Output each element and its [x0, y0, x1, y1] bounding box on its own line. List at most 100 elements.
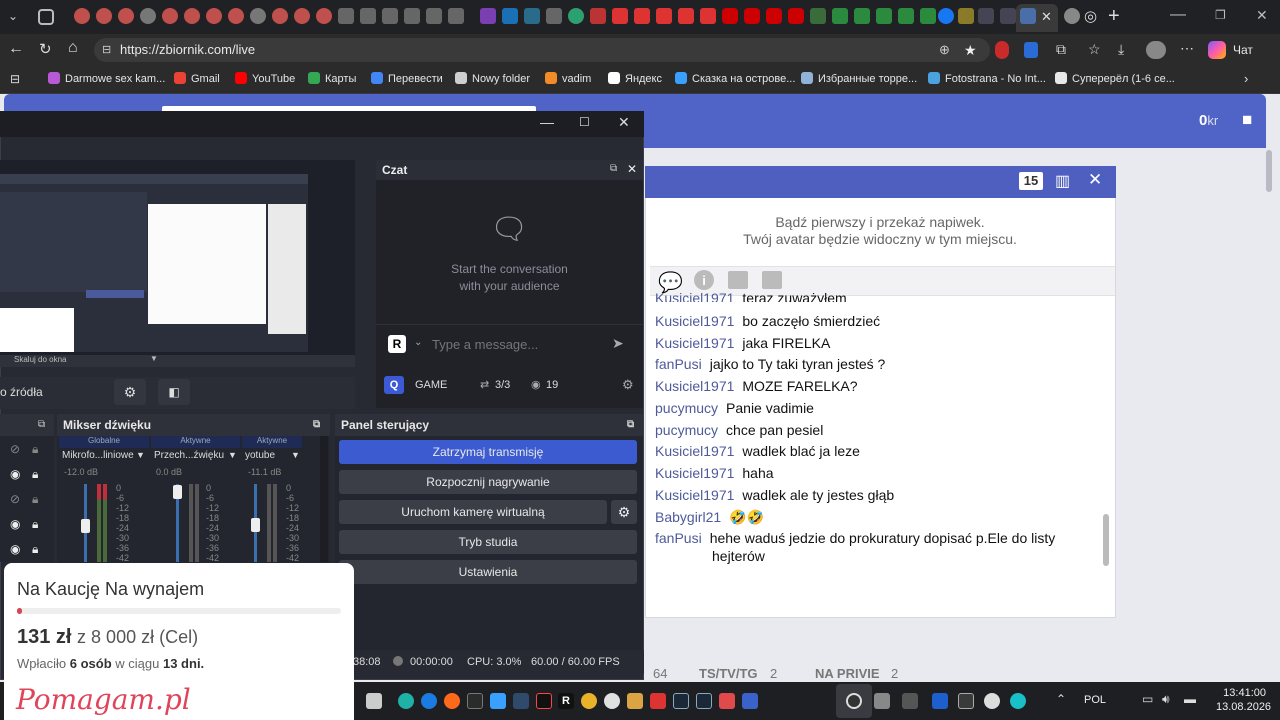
steam-icon[interactable] — [696, 693, 712, 709]
tab-favicon[interactable] — [722, 8, 738, 24]
tab-favicon[interactable] — [228, 8, 244, 24]
tab-favicon[interactable] — [546, 8, 562, 24]
chat-username[interactable]: Kusiciel1971 — [655, 443, 734, 459]
bookmark-item[interactable]: Fotostrana - No Int... — [928, 72, 1046, 85]
zoom-icon[interactable]: ⊕ — [939, 38, 950, 62]
channel-menu-icon[interactable]: ▼ — [228, 450, 237, 460]
chat-message-input[interactable] — [432, 333, 602, 355]
bookmark-item[interactable]: vadim — [545, 72, 591, 85]
tab-favicon[interactable] — [272, 8, 288, 24]
volume-fader-handle[interactable] — [173, 485, 182, 499]
bookmark-item[interactable]: Nowy folder — [455, 72, 530, 85]
tab-favicon[interactable] — [502, 8, 518, 24]
back-icon[interactable]: ← — [8, 40, 24, 58]
chat-button[interactable]: Чат — [1233, 43, 1253, 57]
chat-username[interactable]: fanPusi — [655, 356, 702, 372]
chat-username[interactable]: Kusiciel1971 — [655, 465, 734, 481]
bookmark-item[interactable]: Избранные торре... — [801, 72, 917, 85]
tab-favicon[interactable] — [338, 8, 354, 24]
tab-favicon[interactable] — [854, 8, 870, 24]
chrome-icon[interactable] — [581, 693, 597, 709]
copilot-icon[interactable] — [1208, 41, 1226, 59]
tab-favicon[interactable] — [206, 8, 222, 24]
chat-username[interactable]: pucymucy — [655, 400, 718, 416]
site-info-icon[interactable]: ⊟ — [102, 38, 111, 62]
tab-favicon[interactable] — [590, 8, 606, 24]
lock-icon[interactable]: 🔒︎ — [32, 492, 38, 507]
download-icon[interactable]: ⤓ — [1118, 41, 1124, 58]
bookmark-item[interactable]: Суперерёл (1-6 се... — [1055, 72, 1175, 85]
chat-username[interactable]: Kusiciel1971 — [655, 335, 734, 351]
platform-chevron-icon[interactable]: ⌄ — [414, 337, 422, 348]
tab-favicon[interactable] — [1064, 8, 1080, 24]
chat-username[interactable]: Kusiciel1971 — [655, 292, 734, 302]
bookmark-item[interactable]: Яндекс — [608, 72, 662, 85]
taskbar-app-icon[interactable] — [719, 693, 735, 709]
restream-icon[interactable]: R — [558, 693, 574, 709]
close-chat-icon[interactable]: ✕ — [1088, 170, 1102, 190]
tab-favicon[interactable] — [426, 8, 442, 24]
pomagam-logo[interactable]: Pomagam.pl — [16, 683, 191, 716]
more-menu-icon[interactable]: ⋯ — [1180, 40, 1194, 57]
clock[interactable]: 13:41:00 13.08.2026 — [1216, 686, 1271, 714]
tab-favicon[interactable] — [678, 8, 694, 24]
workspaces-icon[interactable] — [38, 9, 54, 25]
virtual-camera-settings-icon[interactable]: ⚙ — [611, 500, 637, 524]
tab-favicon[interactable] — [898, 8, 914, 24]
chat-username[interactable]: fanPusi — [655, 530, 702, 546]
tab-favicon[interactable] — [480, 8, 496, 24]
tab-favicon[interactable] — [96, 8, 112, 24]
chat-username[interactable]: Babygirl21 — [655, 509, 721, 525]
taskbar-app-icon[interactable] — [513, 693, 529, 709]
tab-favicon[interactable] — [294, 8, 310, 24]
bookmark-item[interactable]: Сказка на острове... — [675, 72, 795, 85]
source-filters-icon[interactable]: ◧ — [158, 379, 190, 405]
extension-badge-icon[interactable] — [1024, 42, 1038, 58]
restream-icon[interactable]: R — [388, 335, 406, 353]
tab-favicon[interactable] — [876, 8, 892, 24]
tab-favicon[interactable] — [788, 8, 804, 24]
globe-icon[interactable]: ◎ — [1084, 7, 1097, 25]
profile-avatar[interactable] — [1146, 41, 1166, 59]
scale-dropdown-icon[interactable]: ▼ — [150, 354, 158, 363]
extension-shield-icon[interactable] — [995, 41, 1009, 59]
settings-button[interactable]: Ustawienia — [339, 560, 637, 584]
taskbar-app-icon[interactable] — [467, 693, 483, 709]
taskbar-app-icon[interactable] — [874, 693, 890, 709]
tab-favicon[interactable] — [568, 8, 584, 24]
dock-close-icon[interactable]: ✕ — [627, 162, 637, 176]
camera-icon[interactable]: ■ — [1242, 110, 1252, 130]
send-icon[interactable]: ➤ — [612, 335, 624, 352]
tab-favicon[interactable] — [74, 8, 90, 24]
tab-favicon[interactable] — [656, 8, 672, 24]
maximize-icon[interactable]: ❐ — [1215, 8, 1226, 22]
bookmark-item[interactable]: YouTube — [235, 72, 295, 85]
tab-favicon[interactable] — [958, 8, 974, 24]
chat-username[interactable]: Kusiciel1971 — [655, 313, 734, 329]
bookmark-item[interactable]: Карты — [308, 72, 356, 85]
tab-favicon[interactable] — [162, 8, 178, 24]
close-window-icon[interactable]: ✕ — [1256, 7, 1268, 24]
visible-eye-icon[interactable]: ◉ — [10, 517, 20, 531]
hidden-eye-icon[interactable]: ⊘ — [10, 492, 20, 506]
tab-favicon[interactable] — [744, 8, 760, 24]
tab-favicon[interactable] — [524, 8, 540, 24]
taskbar-app-icon[interactable] — [421, 693, 437, 709]
folder-icon[interactable] — [627, 693, 643, 709]
lock-icon[interactable]: 🔒︎ — [32, 442, 38, 457]
hidden-eye-icon[interactable]: ⊘ — [10, 442, 20, 456]
taskbar-app-icon[interactable] — [902, 693, 918, 709]
taskbar-app-icon[interactable] — [650, 693, 666, 709]
source-settings-icon[interactable]: ⚙ — [114, 379, 146, 405]
page-scrollbar[interactable] — [1266, 150, 1272, 192]
tab-favicon[interactable] — [920, 8, 936, 24]
channel-menu-icon[interactable]: ▼ — [136, 450, 145, 460]
edge-icon[interactable] — [1010, 693, 1026, 709]
dock-float-icon[interactable]: ⧉ — [38, 419, 45, 430]
channel-menu-icon[interactable]: ▼ — [291, 450, 300, 460]
taskbar-app-icon[interactable] — [958, 693, 974, 709]
tray-overflow-icon[interactable]: ⌃ — [1056, 692, 1066, 706]
taskbar-app-icon[interactable] — [490, 693, 506, 709]
tab-favicon[interactable] — [810, 8, 826, 24]
studio-mode-button[interactable]: Tryb studia — [339, 530, 637, 554]
